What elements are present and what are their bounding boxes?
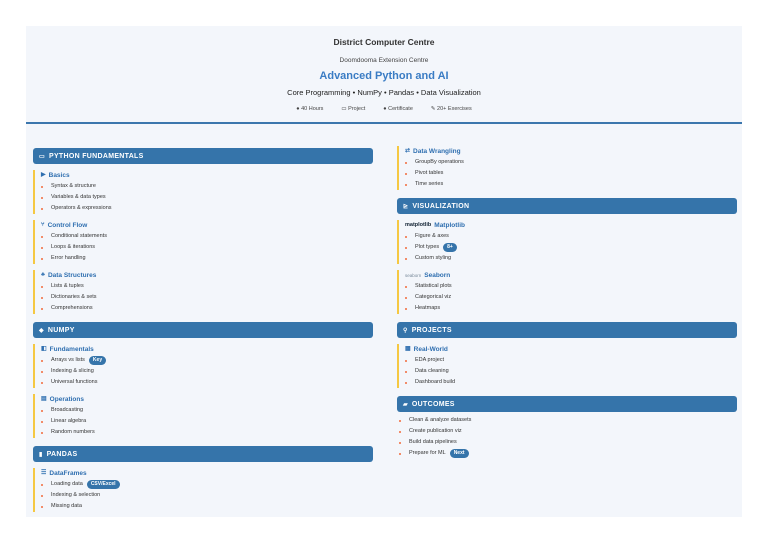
chart-icon: ⊵ (403, 203, 409, 210)
list-item: Lists & tuples (41, 281, 373, 292)
group-seaborn: seaborn Seaborn Statistical plots Categor… (397, 270, 737, 314)
section-projects: ⚲ PROJECTS (397, 322, 737, 338)
matplotlib-logo: matplotlib (405, 222, 432, 228)
section-outcomes: ▰ OUTCOMES (397, 396, 737, 412)
org-name: District Computer Centre (333, 37, 435, 47)
group-numpy-fundamentals: ◧ Fundamentals Arrays vs lists Key Indexin… (33, 344, 373, 388)
section-numpy: ◆ NUMPY (33, 322, 373, 338)
list-item: Pivot tables (405, 168, 737, 179)
calculator-icon: ▤ (41, 396, 47, 402)
meta-certificate: ● Certificate (383, 106, 413, 112)
list-item: Error handling (41, 253, 373, 264)
list-item: Build data pipelines (399, 437, 737, 448)
group-control-flow: ⑂ Control Flow Conditional statements Loo… (33, 220, 373, 264)
list-item: Data cleaning (405, 366, 737, 377)
meta-exercises: ✎ 20+ Exercises (430, 106, 472, 112)
meta-hours: ● 40 Hours (296, 106, 324, 112)
list-item: Plot types 8+ (405, 242, 737, 253)
group-operations: ▤ Operations Broadcasting Linear algebra … (33, 394, 373, 438)
list-item: Broadcasting (41, 405, 373, 416)
project-icon: ▭ (341, 106, 347, 112)
list-item: Dashboard build (405, 377, 737, 388)
section-pandas: ▮ PANDAS (33, 446, 373, 462)
list-item: Custom styling (405, 253, 737, 264)
group-data-structures: ♣ Data Structures Lists & tuples Dictiona… (33, 270, 373, 314)
group-data-wrangling: ⇄ Data Wrangling GroupBy operations Pivot… (397, 146, 737, 190)
clock-icon: ● (296, 106, 300, 112)
database-icon: ▦ (405, 346, 411, 352)
list-item: Random numbers (41, 427, 373, 438)
meta-project: ▭ Project (341, 106, 366, 112)
list-item: Missing data (41, 501, 373, 512)
list-item: Indexing & slicing (41, 366, 373, 377)
list-item: Comprehensions (41, 303, 373, 314)
list-item: Operators & expressions (41, 203, 373, 214)
graduation-cap-icon: ▰ (403, 401, 408, 408)
list-item: Dictionaries & sets (41, 292, 373, 303)
exchange-icon: ⇄ (405, 148, 411, 154)
section-python: ▭ PYTHON FUNDAMENTALS (33, 148, 373, 164)
group-real-world: ▦ Real-World EDA project Data cleaning Da… (397, 344, 737, 388)
exercise-icon: ✎ (430, 106, 436, 112)
list-item: Statistical plots (405, 281, 737, 292)
right-column: ⇄ Data Wrangling GroupBy operations Pivot… (397, 141, 737, 459)
list-item: GroupBy operations (405, 157, 737, 168)
list-item: Create publication viz (399, 426, 737, 437)
list-item: Conditional statements (41, 231, 373, 242)
section-visualization: ⊵ VISUALIZATION (397, 198, 737, 214)
course-title: Advanced Python and AI (319, 70, 449, 82)
seaborn-logo: seaborn (405, 273, 422, 278)
list-item: Heatmaps (405, 303, 737, 314)
list-item: Linear algebra (41, 416, 373, 427)
branch-name: Doomdooma Extension Centre (339, 57, 429, 64)
group-dataframes: ☰ DataFrames Loading data CSV/Excel Indexi… (33, 468, 373, 512)
badge: CSV/Excel (86, 480, 120, 489)
structure-icon: ♣ (41, 272, 45, 278)
table-icon: ☰ (41, 470, 47, 476)
list-item: Categorical viz (405, 292, 737, 303)
cube-icon: ◧ (41, 346, 47, 352)
list-item: Indexing & selection (41, 490, 373, 501)
list-item: Figure & axes (405, 231, 737, 242)
course-card: District Computer Centre Doomdooma Exten… (26, 26, 742, 517)
list-item: Loops & iterations (41, 242, 373, 253)
course-subtitle: Core Programming • NumPy • Pandas • Data… (287, 88, 481, 97)
play-icon: ▶ (41, 172, 46, 178)
list-item: Syntax & structure (41, 181, 373, 192)
branch-icon: ⑂ (41, 222, 45, 228)
badge: Next (449, 449, 469, 458)
group-matplotlib: matplotlib Matplotlib Figure & axes Plot … (397, 220, 737, 264)
badge: 8+ (443, 243, 457, 252)
group-basics: ▶ Basics Syntax & structure Variables & d… (33, 170, 373, 214)
list-item: Variables & data types (41, 192, 373, 203)
badge: Key (88, 356, 107, 365)
certificate-icon: ● (383, 106, 387, 112)
list-item: Prepare for ML Next (399, 448, 737, 459)
list-item: Universal functions (41, 377, 373, 388)
pandas-icon: ▮ (39, 451, 43, 458)
outcomes-list: Clean & analyze datasets Create publicat… (397, 415, 737, 459)
network-icon: ⚲ (403, 327, 408, 334)
list-item: Time series (405, 179, 737, 190)
laptop-icon: ▭ (39, 153, 45, 160)
left-column: ▭ PYTHON FUNDAMENTALS ▶ Basics Syntax & st… (33, 148, 373, 512)
list-item: Clean & analyze datasets (399, 415, 737, 426)
header: District Computer Centre Doomdooma Exten… (26, 26, 742, 124)
meta-row: ● 40 Hours ▭ Project ● Certificate ✎ 20+… (26, 106, 742, 112)
list-item: Loading data CSV/Excel (41, 479, 373, 490)
list-item: EDA project (405, 355, 737, 366)
list-item: Arrays vs lists Key (41, 355, 373, 366)
cube-icon: ◆ (39, 327, 44, 334)
